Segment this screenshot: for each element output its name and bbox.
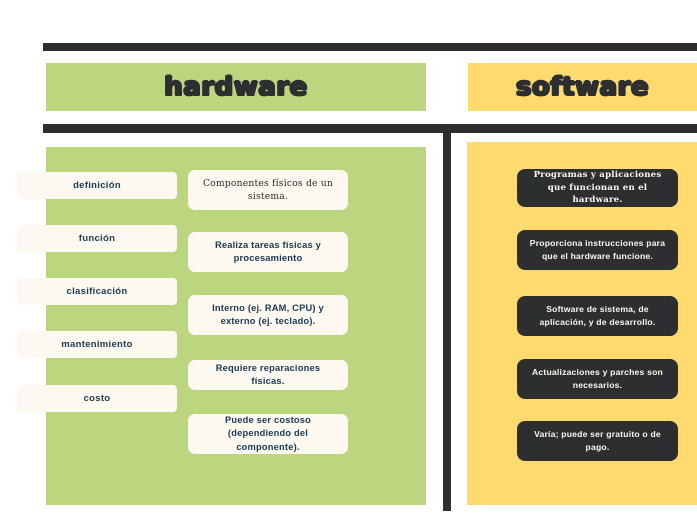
software-card: Programas y aplicaciones que funcionan e… (517, 169, 678, 207)
header-banner-hardware: hardware (46, 63, 426, 111)
header-title-software: software (515, 72, 650, 102)
infographic-canvas: hardware software definición función clasi… (0, 0, 697, 520)
hardware-card: Realiza tareas físicas y procesamiento (188, 232, 348, 272)
attribute-label-pill: mantenimiento (17, 331, 177, 358)
header-title-hardware: hardware (164, 72, 308, 102)
software-card: Software de sistema, de aplicación, y de… (517, 296, 678, 336)
attribute-label-pill: costo (17, 385, 177, 412)
software-card: Proporciona instrucciones para que el ha… (517, 230, 678, 270)
software-card: Actualizaciones y parches son necesarios… (517, 359, 678, 399)
hardware-card: Puede ser costoso (dependiendo del compo… (188, 414, 348, 454)
software-card: Varía; puede ser gratuito o de pago. (517, 421, 678, 461)
attribute-label-pill: clasificación (17, 278, 177, 305)
attribute-label-pill: función (17, 225, 177, 252)
hardware-card: Componentes físicos de un sistema. (188, 170, 348, 210)
divider-rule-top (43, 43, 697, 51)
attribute-label-pill: definición (17, 172, 177, 199)
hardware-card: Requiere reparaciones físicas. (188, 360, 348, 390)
hardware-card: Interno (ej. RAM, CPU) y externo (ej. te… (188, 295, 348, 335)
divider-rule-vertical (443, 124, 451, 511)
header-banner-software: software (468, 63, 697, 111)
divider-rule-middle (43, 124, 697, 133)
